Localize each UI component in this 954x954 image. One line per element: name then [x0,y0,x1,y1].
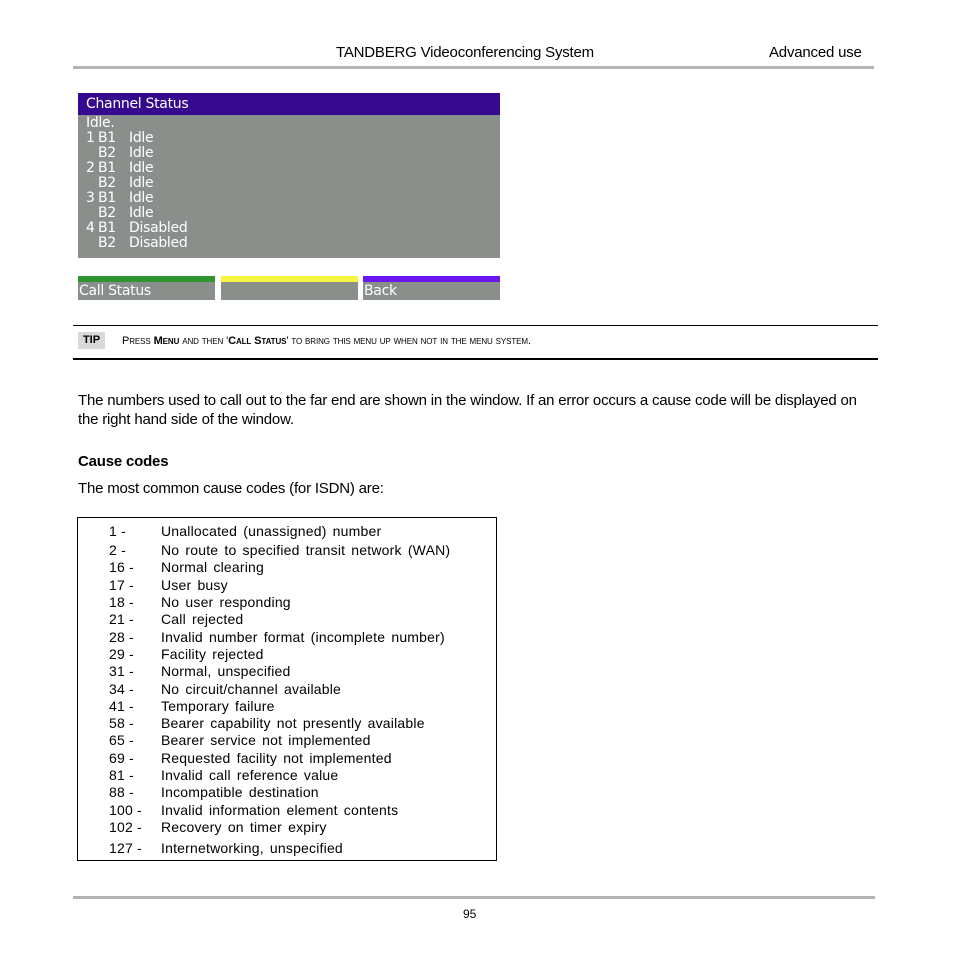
footer-divider [73,896,875,899]
softkey-empty[interactable] [221,276,358,300]
softkey-bar: Call Status Back [78,276,500,300]
tip-divider-top [73,325,878,326]
cause-code-description: Recovery on timer expiry [161,819,327,835]
channel-row: B2 Idle [86,146,500,161]
cause-code-description: No user responding [161,594,291,610]
softkey-label: Back [364,283,397,299]
cause-code-number: 81 - [109,767,134,783]
channel-state: Disabled [129,235,188,251]
cause-code-description: Temporary failure [161,698,275,714]
intro-text: The most common cause codes (for ISDN) a… [78,480,384,497]
tip-suffix: ' to bring this menu up when not in the … [286,335,531,347]
section-name: Advanced use [769,44,862,61]
channel-state: Idle [129,130,154,146]
channel-state: Idle [129,160,154,176]
channel-row: B2 Disabled [86,236,500,251]
cause-code-number: 21 - [109,611,134,627]
cause-code-number: 58 - [109,715,134,731]
cause-code-number: 88 - [109,784,134,800]
channel-row: 4 B1 Disabled [86,221,500,236]
cause-code-number: 31 - [109,663,134,679]
cause-code-description: Incompatible destination [161,784,319,800]
tip-text: Press Menu and then 'Call Status' to bri… [122,335,531,347]
line-number: 3 [86,190,95,206]
cause-code-description: Invalid number format (incomplete number… [161,629,445,645]
cause-code-number: 2 - [109,542,126,558]
section-heading: Cause codes [78,453,169,470]
softkey-label: Call Status [79,283,151,299]
channel-state: Disabled [129,220,188,236]
tip-prefix: Press [122,335,154,347]
cause-code-number: 16 - [109,559,134,575]
bearer-channel: B1 [98,160,116,176]
tip-middle: and then ' [179,335,229,347]
cause-code-description: Invalid call reference value [161,767,339,783]
body-paragraph: The numbers used to call out to the far … [78,392,857,428]
bearer-channel: B2 [98,145,116,161]
channel-row: B2 Idle [86,206,500,221]
bearer-channel: B2 [98,175,116,191]
tip-badge: TIP [78,332,105,349]
page-number: 95 [463,907,477,921]
cause-code-description: Requested facility not implemented [161,750,392,766]
cause-code-description: Internetworking, unspecified [161,840,343,856]
screen-body: Idle. 1 B1 Idle B2 Idle 2 B1 Idle B2 Idle 3 B1 Idle B… [78,115,500,258]
tip-divider-bottom [73,358,878,360]
header-divider [73,66,874,69]
cause-code-number: 17 - [109,577,134,593]
bearer-channel: B2 [98,205,116,221]
bearer-channel: B1 [98,190,116,206]
line-number: 1 [86,130,95,146]
tip-key-call-status: Call Status [228,335,287,347]
cause-code-number: 18 - [109,594,134,610]
channel-row: 1 B1 Idle [86,131,500,146]
cause-code-description: Facility rejected [161,646,264,662]
cause-code-number: 127 - [109,840,142,856]
channel-status-screen: Channel Status Idle. 1 B1 Idle B2 Idle 2 B1 Idl… [78,93,500,258]
channel-row: 2 B1 Idle [86,161,500,176]
cause-code-description: Invalid information element contents [161,802,399,818]
cause-code-description: User busy [161,577,228,593]
bearer-channel: B1 [98,130,116,146]
cause-code-number: 29 - [109,646,134,662]
bearer-channel: B2 [98,235,116,251]
cause-code-description: Call rejected [161,611,244,627]
cause-code-description: Bearer service not implemented [161,732,371,748]
cause-code-number: 100 - [109,802,142,818]
channel-state: Idle [129,190,154,206]
channel-row: B2 Idle [86,176,500,191]
cause-code-number: 41 - [109,698,134,714]
cause-code-number: 1 - [109,523,126,539]
tip-key-menu: Menu [153,335,180,347]
softkey-call-status[interactable]: Call Status [78,276,215,300]
line-number: 4 [86,220,95,236]
cause-code-description: No route to specified transit network (W… [161,542,451,558]
line-number: 2 [86,160,95,176]
cause-codes-table: 1 - Unallocated (unassigned) number 2 - No … [77,517,497,861]
cause-code-number: 28 - [109,629,134,645]
channel-state: Idle [129,175,154,191]
cause-code-number: 102 - [109,819,142,835]
cause-code-description: Normal clearing [161,559,265,575]
cause-code-description: Normal, unspecified [161,663,291,679]
cause-code-description: Bearer capability not presently availabl… [161,715,425,731]
cause-code-number: 65 - [109,732,134,748]
bearer-channel: B1 [98,220,116,236]
cause-code-number: 69 - [109,750,134,766]
document-title: TANDBERG Videoconferencing System [336,44,594,61]
cause-code-number: 34 - [109,681,134,697]
cause-code-description: No circuit/channel available [161,681,342,697]
softkey-back[interactable]: Back [363,276,500,300]
channel-row: 3 B1 Idle [86,191,500,206]
status-line: Idle. [86,115,115,131]
softkey-color-bar-yellow [221,276,358,282]
channel-state: Idle [129,145,154,161]
screen-title: Channel Status [78,93,500,115]
cause-code-description: Unallocated (unassigned) number [161,523,382,539]
channel-state: Idle [129,205,154,221]
